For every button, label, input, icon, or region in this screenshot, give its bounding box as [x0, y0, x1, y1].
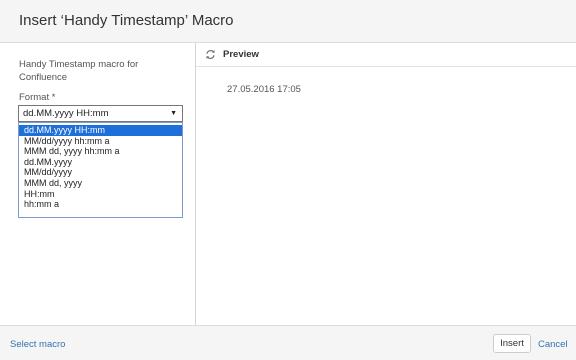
- cancel-link[interactable]: Cancel: [538, 339, 568, 350]
- dialog-footer: Select macro Insert Cancel: [0, 325, 576, 360]
- dialog-header: Insert ‘Handy Timestamp’ Macro: [0, 0, 576, 43]
- select-macro-link[interactable]: Select macro: [10, 339, 65, 350]
- insert-button[interactable]: Insert: [493, 334, 531, 353]
- preview-header: Preview: [196, 43, 576, 67]
- format-option[interactable]: MMM dd, yyyy hh:mm a: [19, 146, 182, 157]
- macro-parameters-panel: Handy Timestamp macro for Confluence For…: [0, 43, 196, 325]
- format-label: Format *: [19, 92, 56, 103]
- format-option[interactable]: dd.MM.yyyy: [19, 157, 182, 168]
- format-select-value: dd.MM.yyyy HH:mm: [23, 108, 109, 119]
- format-option[interactable]: HH:mm: [19, 189, 182, 200]
- dialog-title: Insert ‘Handy Timestamp’ Macro: [19, 12, 234, 29]
- refresh-icon[interactable]: [205, 49, 216, 60]
- format-option[interactable]: hh:mm a: [19, 199, 182, 210]
- format-select[interactable]: dd.MM.yyyy HH:mm ▼: [18, 105, 183, 122]
- format-dropdown-list: dd.MM.yyyy HH:mm MM/dd/yyyy hh:mm a MMM …: [18, 122, 183, 218]
- preview-content: 27.05.2016 17:05: [227, 84, 301, 95]
- preview-panel: Preview 27.05.2016 17:05: [196, 43, 576, 325]
- format-option[interactable]: dd.MM.yyyy HH:mm: [19, 125, 182, 136]
- preview-label: Preview: [223, 49, 259, 60]
- format-option[interactable]: MM/dd/yyyy: [19, 167, 182, 178]
- macro-description: Handy Timestamp macro for Confluence: [19, 59, 139, 83]
- chevron-down-icon: ▼: [170, 110, 177, 117]
- format-option[interactable]: MMM dd, yyyy: [19, 178, 182, 189]
- format-option[interactable]: MM/dd/yyyy hh:mm a: [19, 136, 182, 147]
